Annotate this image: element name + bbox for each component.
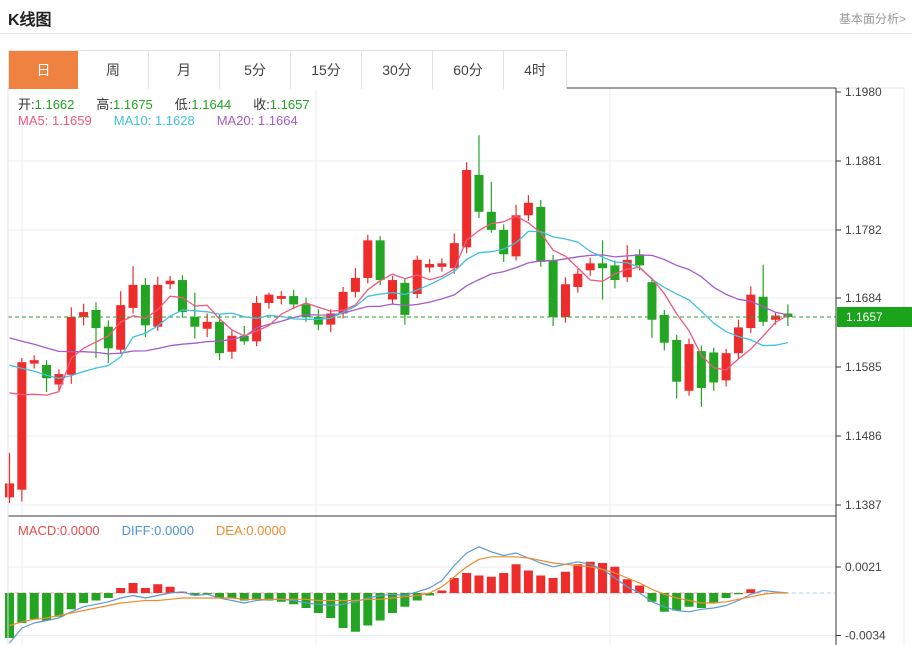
tab-60min[interactable]: 60分	[433, 51, 504, 89]
ma5-value: 1.1659	[52, 113, 92, 128]
tab-4hour[interactable]: 4时	[504, 51, 567, 89]
close-label: 收:	[253, 97, 270, 112]
tab-week[interactable]: 周	[78, 51, 149, 89]
open-value: 1.1662	[35, 97, 75, 112]
ma-lines	[10, 216, 788, 395]
svg-text:1.1387: 1.1387	[845, 498, 882, 512]
diff-label: DIFF:	[122, 523, 155, 538]
ma10-value: 1.1628	[155, 113, 195, 128]
svg-text:-0.0034: -0.0034	[845, 629, 886, 643]
current-price-tag: 1.1657	[837, 307, 912, 327]
svg-text:1.1585: 1.1585	[845, 360, 882, 374]
ma20-label: MA20:	[217, 113, 255, 128]
fundamental-analysis-link[interactable]: 基本面分析>	[839, 10, 906, 27]
close-value: 1.1657	[270, 97, 310, 112]
price-axis-labels: 1.1980 1.1881 1.1782 1.1684 1.1585 1.1486 1.13…	[836, 85, 886, 643]
macd-legend: MACD:0.0000 DIFF:0.0000 DEA:0.0000	[18, 523, 308, 538]
high-value: 1.1675	[113, 97, 153, 112]
diff-value: 0.0000	[154, 523, 194, 538]
tab-5min[interactable]: 5分	[220, 51, 291, 89]
tab-30min[interactable]: 30分	[362, 51, 433, 89]
low-label: 低:	[175, 97, 192, 112]
ohlc-legend: 开:1.1662 高:1.1675 低:1.1644 收:1.1657	[18, 94, 332, 113]
macd-panel	[5, 547, 835, 643]
ma5-label: MA5:	[18, 113, 48, 128]
low-value: 1.1644	[191, 97, 231, 112]
dea-label: DEA:	[216, 523, 246, 538]
grid-lines	[8, 88, 904, 645]
svg-text:1.1684: 1.1684	[845, 291, 882, 305]
title-divider	[0, 33, 912, 34]
chart-frame	[8, 88, 904, 645]
period-tabbar: 日 周 月 5分 15分 30分 60分 4时	[8, 50, 567, 88]
ma20-value: 1.1664	[258, 113, 298, 128]
svg-text:1.1980: 1.1980	[845, 85, 882, 99]
dea-value: 0.0000	[246, 523, 286, 538]
macd-label: MACD:	[18, 523, 60, 538]
svg-text:1.1486: 1.1486	[845, 429, 882, 443]
svg-text:1.1782: 1.1782	[845, 223, 882, 237]
tab-month[interactable]: 月	[149, 51, 220, 89]
svg-text:1.1881: 1.1881	[845, 154, 882, 168]
candlesticks	[5, 135, 792, 503]
tab-15min[interactable]: 15分	[291, 51, 362, 89]
page-title: K线图	[8, 6, 52, 30]
ma10-label: MA10:	[114, 113, 152, 128]
ma-legend: MA5: 1.1659 MA10: 1.1628 MA20: 1.1664	[18, 113, 320, 128]
macd-value: 0.0000	[60, 523, 100, 538]
svg-text:0.0021: 0.0021	[845, 560, 882, 574]
high-label: 高:	[96, 97, 113, 112]
tab-day[interactable]: 日	[9, 51, 78, 89]
open-label: 开:	[18, 97, 35, 112]
